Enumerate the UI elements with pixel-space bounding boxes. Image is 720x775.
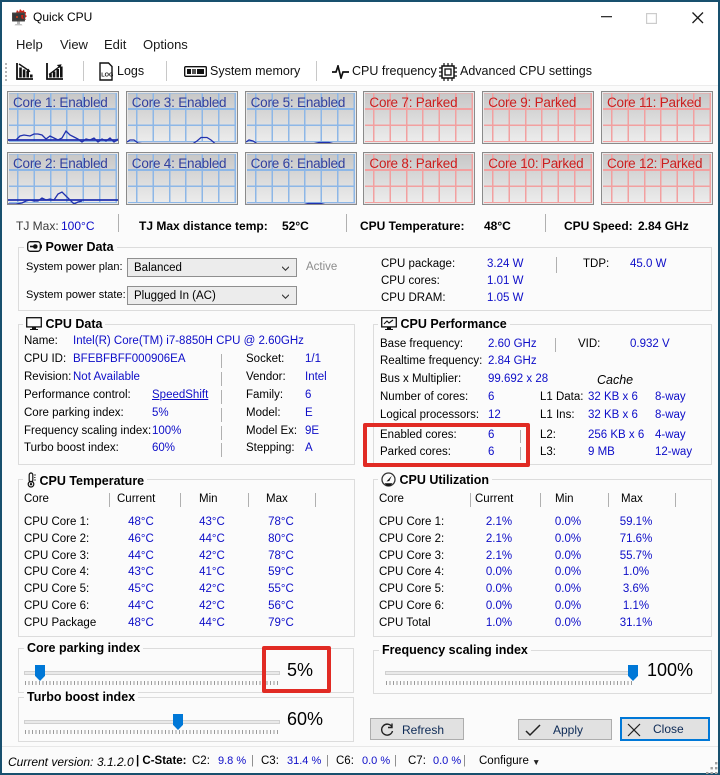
svg-text:LOG: LOG [101,73,113,79]
